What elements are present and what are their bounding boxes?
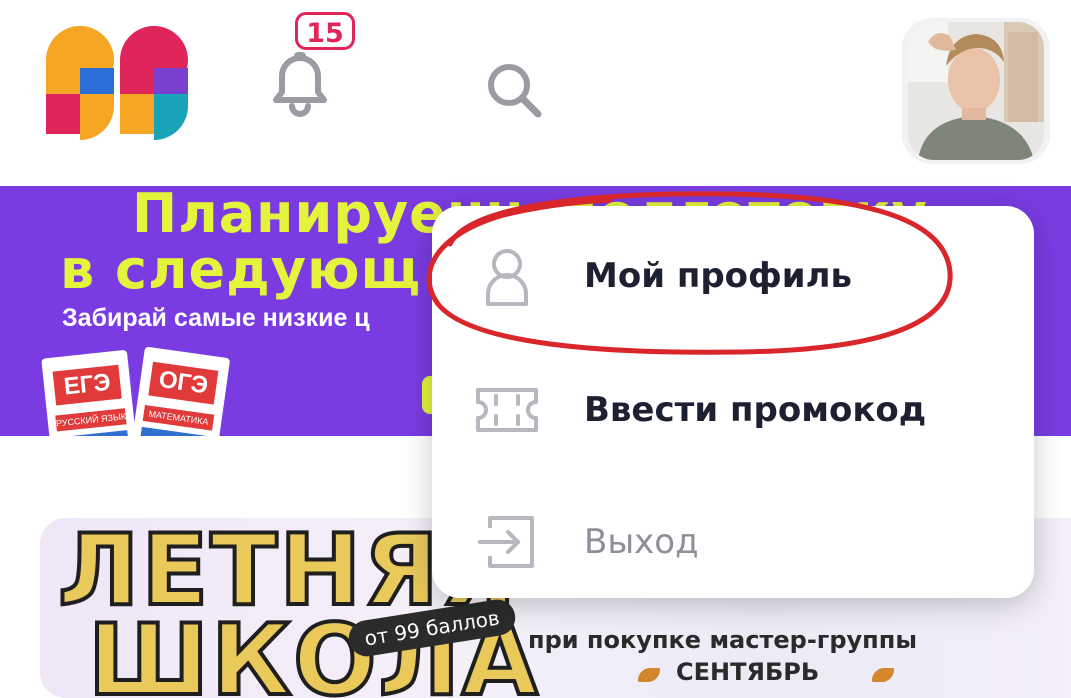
menu-item-logout-label: Выход [584,522,699,562]
avatar-button[interactable] [902,18,1050,164]
menu-item-logout[interactable]: Выход [432,488,1034,598]
notifications-button[interactable] [262,48,338,118]
menu-item-profile[interactable]: Мой профиль [432,222,1034,332]
book-ege-image: ЕГЭ РУССКИЙ ЯЗЫК [41,349,137,436]
user-menu: Мой профиль Ввести промокод Выход [432,206,1034,598]
book-ege-stripe [57,430,129,436]
summer-subtitle-line2: СЕНТЯБРЬ [676,658,820,686]
avatar [908,22,1044,160]
book-oge-subject: МАТЕМАТИКА [142,405,215,431]
search-icon [488,64,542,118]
promo-title-line2: в следующ [60,238,422,301]
summer-subtitle-line1: при покупке мастер-группы [528,626,918,654]
menu-item-profile-label: Мой профиль [584,256,852,296]
book-ege-title: ЕГЭ [52,364,122,406]
search-button[interactable] [482,58,546,122]
menu-item-promocode[interactable]: Ввести промокод [432,356,1034,466]
book-oge-image: ОГЭ МАТЕМАТИКА [131,346,231,436]
promo-subtitle: Забирай самые низкие ц [62,304,370,332]
notification-count-badge: 15 [295,12,355,50]
bell-icon [273,52,327,117]
logout-icon [478,516,534,568]
logo-99-icon[interactable] [40,24,196,140]
book-ege-subject: РУССКИЙ ЯЗЫК [55,408,127,432]
user-icon [486,249,528,306]
book-oge-title: ОГЭ [148,361,219,405]
menu-item-promocode-label: Ввести промокод [584,390,927,430]
ticket-icon [476,388,538,432]
